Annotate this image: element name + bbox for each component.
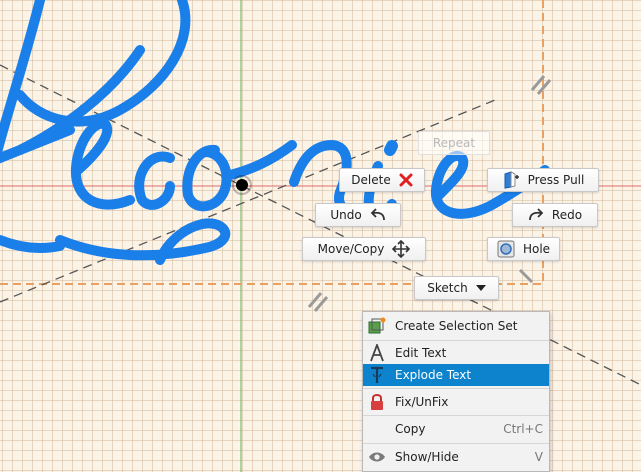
menu-item-label: Create Selection Set [395,319,518,333]
delete-label: Delete [351,173,391,187]
menu-item-label: Copy [395,422,426,436]
menu-item-label: Fix/UnFix [395,395,449,409]
undo-arrow-icon [370,208,385,221]
redo-arrow-icon [529,208,544,221]
eye-icon [367,447,387,467]
sketch-label: Sketch [427,281,468,295]
menu-separator [363,443,549,444]
move-copy-label: Move/Copy [317,242,385,256]
menu-item-label: Show/Hide [395,450,459,464]
hole-label: Hole [522,242,551,256]
move-copy-button[interactable]: Move/Copy [302,237,426,261]
press-pull-icon [504,171,519,189]
parallel-constraint-icon[interactable] [530,75,552,95]
menu-item-shortcut: Ctrl+C [503,422,543,436]
menu-separator [363,415,549,416]
menu-item-explode-text[interactable]: Explode Text [363,364,549,386]
delete-x-icon [399,173,413,187]
text-a-icon [367,343,387,363]
parallel-constraint-icon[interactable] [518,268,534,284]
redo-label: Redo [551,208,583,222]
undo-button[interactable]: Undo [315,203,401,227]
move-arrows-icon [392,240,411,258]
repeat-label: Repeat [432,136,476,150]
sketch-script-text[interactable] [0,0,550,265]
undo-label: Undo [330,208,362,222]
menu-item-fix-unfix[interactable]: Fix/UnFix [363,391,549,413]
repeat-button[interactable]: Repeat [418,131,490,155]
menu-item-edit-text[interactable]: Edit Text [363,342,549,364]
selection-set-icon [367,316,387,336]
hole-icon [497,240,515,258]
menu-item-copy[interactable]: Copy Ctrl+C [363,418,549,440]
lock-icon [367,392,387,412]
hole-button[interactable]: Hole [487,237,560,261]
menu-item-create-selection-set[interactable]: Create Selection Set [363,315,549,337]
context-menu: Create Selection Set Edit Text Explode T… [362,311,550,472]
press-pull-button[interactable]: Press Pull [487,168,599,192]
marking-menu-center [236,179,248,191]
construction-line-2 [0,97,501,303]
chevron-down-icon [475,285,486,291]
sketch-dropdown-button[interactable]: Sketch [414,276,499,300]
menu-separator [363,388,549,389]
parallel-constraint-icon[interactable] [307,292,329,312]
press-pull-label: Press Pull [527,173,585,187]
menu-item-label: Explode Text [395,368,472,382]
menu-item-show-hide[interactable]: Show/Hide V [363,446,549,468]
menu-item-label: Edit Text [395,346,447,360]
menu-separator [363,340,549,341]
delete-button[interactable]: Delete [339,168,425,192]
explode-text-icon [367,365,387,385]
redo-button[interactable]: Redo [512,203,598,227]
menu-item-shortcut: V [534,450,543,464]
